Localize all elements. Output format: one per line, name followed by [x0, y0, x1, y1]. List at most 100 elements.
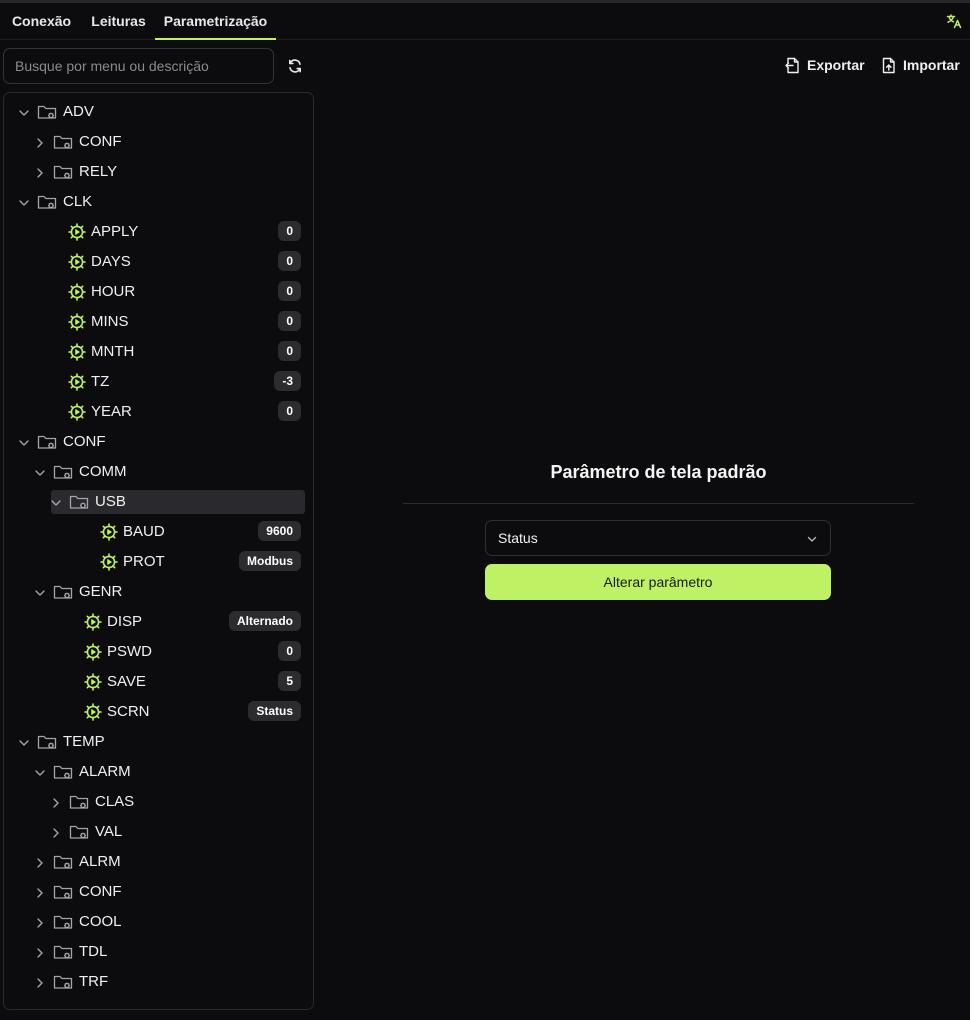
value-badge: 9600	[258, 521, 301, 541]
tree-item-label: COOL	[79, 913, 122, 930]
tree-item-label: COMM	[79, 463, 127, 480]
chevron-down-icon[interactable]	[34, 466, 46, 478]
tree-parameter[interactable]: MNTH 0	[4, 340, 313, 364]
tab-leituras[interactable]: Leituras	[82, 3, 155, 40]
tree-item-label: ALRM	[79, 853, 121, 870]
folder-gear-icon	[53, 462, 73, 482]
tree-parameter[interactable]: YEAR 0	[4, 400, 313, 424]
tree-parameter[interactable]: DAYS 0	[4, 250, 313, 274]
folder-gear-icon	[37, 192, 57, 212]
tree-folder[interactable]: ALRM	[4, 850, 313, 874]
tree-parameter[interactable]: DISP Alternado	[4, 610, 313, 634]
selection-highlight	[51, 490, 305, 514]
tree-item-label: CLAS	[95, 793, 135, 810]
tree-item-label: TDL	[79, 943, 108, 960]
folder-gear-icon	[37, 732, 57, 752]
tree-parameter[interactable]: SCRN Status	[4, 700, 313, 724]
tree-folder[interactable]: CONF	[4, 430, 313, 454]
export-label: Exportar	[807, 57, 865, 73]
tree-folder[interactable]: USB	[4, 490, 313, 514]
tree-folder[interactable]: VAL	[4, 820, 313, 844]
tree-folder[interactable]: TRF	[4, 970, 313, 994]
chevron-down-icon[interactable]	[18, 436, 30, 448]
tree-item-label: ALARM	[79, 763, 131, 780]
refresh-icon	[289, 59, 301, 73]
gear-play-icon	[99, 552, 119, 572]
tree-item-label: CONF	[63, 433, 106, 450]
tree-parameter[interactable]: SAVE 5	[4, 670, 313, 694]
import-label: Importar	[903, 57, 960, 73]
chevron-right-icon[interactable]	[50, 796, 62, 808]
chevron-down-icon[interactable]	[18, 106, 30, 118]
folder-gear-icon	[69, 822, 89, 842]
gear-play-icon	[67, 222, 87, 242]
search-input[interactable]	[3, 48, 274, 84]
value-badge: 0	[278, 341, 301, 361]
gear-play-icon	[83, 702, 103, 722]
tree-parameter[interactable]: TZ -3	[4, 370, 313, 394]
chevron-right-icon[interactable]	[34, 886, 46, 898]
tree-folder[interactable]: RELY	[4, 160, 313, 184]
tree-folder[interactable]: TDL	[4, 940, 313, 964]
tree-item-label: RELY	[79, 163, 118, 180]
tree-folder[interactable]: CONF	[4, 130, 313, 154]
value-badge: 0	[278, 221, 301, 241]
chevron-down-icon[interactable]	[50, 496, 62, 508]
parameter-tree: ADV CONF RELY CLK APPLY 0 DAYS 0 HOUR 0 MINS 0 MNTH 0…	[3, 92, 314, 1010]
tree-parameter[interactable]: PROT Modbus	[4, 550, 313, 574]
refresh-button[interactable]	[283, 54, 307, 78]
chevron-right-icon[interactable]	[34, 916, 46, 928]
chevron-down-icon[interactable]	[34, 766, 46, 778]
chevron-down-icon[interactable]	[34, 586, 46, 598]
tree-folder[interactable]: CONF	[4, 880, 313, 904]
tree-folder[interactable]: COMM	[4, 460, 313, 484]
tab-parametrizacao[interactable]: Parametrização	[155, 3, 276, 40]
gear-play-icon	[67, 372, 87, 392]
tree-item-label: HOUR	[91, 283, 136, 300]
folder-gear-icon	[37, 102, 57, 122]
folder-gear-icon	[37, 432, 57, 452]
chevron-right-icon[interactable]	[34, 136, 46, 148]
chevron-right-icon[interactable]	[34, 976, 46, 988]
tree-folder[interactable]: TEMP	[4, 730, 313, 754]
translate-icon[interactable]	[946, 13, 962, 29]
value-badge: Status	[248, 701, 301, 721]
folder-gear-icon	[53, 972, 73, 992]
gear-play-icon	[83, 612, 103, 632]
tree-folder[interactable]: CLK	[4, 190, 313, 214]
tree-item-label: GENR	[79, 583, 123, 600]
tab-conexao[interactable]: Conexão	[3, 3, 80, 40]
tab-bar: Conexão Leituras Parametrização	[0, 3, 970, 40]
tree-parameter[interactable]: BAUD 9600	[4, 520, 313, 544]
tree-item-label: ADV	[63, 103, 94, 120]
import-button[interactable]: Importar	[882, 55, 960, 75]
apply-parameter-button[interactable]: Alterar parâmetro	[485, 564, 831, 600]
tree-folder[interactable]: ADV	[4, 100, 313, 124]
chevron-right-icon[interactable]	[34, 166, 46, 178]
tree-folder[interactable]: ALARM	[4, 760, 313, 784]
tree-folder[interactable]: COOL	[4, 910, 313, 934]
gear-play-icon	[83, 642, 103, 662]
tree-parameter[interactable]: MINS 0	[4, 310, 313, 334]
export-button[interactable]: Exportar	[785, 55, 865, 75]
parameter-select[interactable]: Status	[485, 520, 831, 556]
tree-item-label: SCRN	[107, 703, 150, 720]
tree-folder[interactable]: CLAS	[4, 790, 313, 814]
tree-parameter[interactable]: HOUR 0	[4, 280, 313, 304]
chevron-right-icon[interactable]	[34, 946, 46, 958]
value-badge: -3	[274, 371, 301, 391]
chevron-right-icon[interactable]	[34, 856, 46, 868]
tree-item-label: TEMP	[63, 733, 105, 750]
tree-parameter[interactable]: PSWD 0	[4, 640, 313, 664]
tree-parameter[interactable]: APPLY 0	[4, 220, 313, 244]
tree-item-label: MNTH	[91, 343, 135, 360]
tree-item-label: DISP	[107, 613, 143, 630]
chevron-down-icon[interactable]	[18, 736, 30, 748]
gear-play-icon	[67, 342, 87, 362]
tree-folder[interactable]: GENR	[4, 580, 313, 604]
chevron-down-icon[interactable]	[18, 196, 30, 208]
chevron-right-icon[interactable]	[50, 826, 62, 838]
tree-item-label: BAUD	[123, 523, 165, 540]
tree-item-label: TRF	[79, 973, 109, 990]
folder-gear-icon	[53, 912, 73, 932]
